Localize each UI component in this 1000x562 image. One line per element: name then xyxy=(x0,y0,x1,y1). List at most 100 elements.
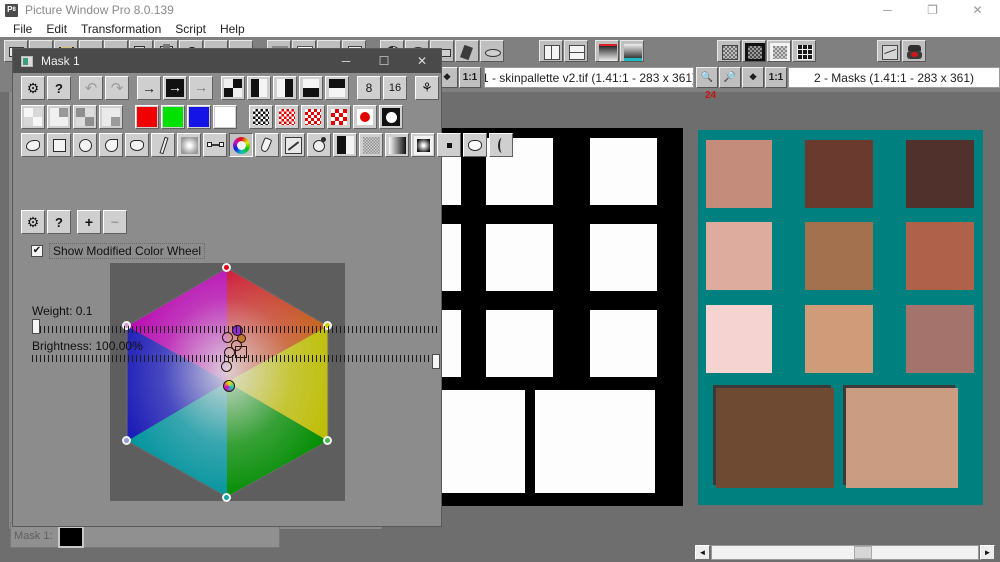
undo-icon[interactable]: ↶ xyxy=(79,76,103,100)
checker-bw-icon[interactable] xyxy=(249,105,273,129)
checker-white-icon[interactable] xyxy=(767,39,791,62)
graph-icon[interactable] xyxy=(877,39,901,62)
mask-mode-4-icon[interactable] xyxy=(99,105,123,129)
texture-icon[interactable] xyxy=(359,133,383,157)
arrow-right-boxed-icon[interactable]: → xyxy=(163,76,187,100)
checker-gray-icon[interactable] xyxy=(717,39,741,62)
checker-red-1-icon[interactable] xyxy=(275,105,299,129)
brightness-slider-thumb[interactable] xyxy=(432,354,440,369)
remove-point-button[interactable]: − xyxy=(103,210,127,234)
menu-script[interactable]: Script xyxy=(168,20,213,37)
half-black-left-icon[interactable] xyxy=(247,76,271,100)
weight-slider[interactable] xyxy=(32,319,440,334)
mask-mode-3-icon[interactable] xyxy=(73,105,97,129)
doc1-title[interactable]: 1 - skinpallette v2.tif (1.41:1 - 283 x … xyxy=(484,67,694,88)
printer-red-icon[interactable] xyxy=(902,39,926,62)
scurve-icon[interactable] xyxy=(489,133,513,157)
zoom-1-1-button[interactable]: 1:1 xyxy=(765,67,787,88)
soft-dot-icon[interactable] xyxy=(177,133,201,157)
color-swatch-blue[interactable] xyxy=(187,105,211,129)
checker-red-3-icon[interactable] xyxy=(327,105,351,129)
fit-icon[interactable]: ❖ xyxy=(742,67,764,88)
skinpallette-canvas[interactable] xyxy=(698,130,983,505)
brush-icon[interactable] xyxy=(255,133,279,157)
arrow-right-gray-icon[interactable]: → xyxy=(189,76,213,100)
show-modified-color-wheel-checkbox[interactable]: ✔ xyxy=(31,245,43,257)
gear-icon[interactable]: ⚙ xyxy=(21,76,45,100)
vertex-red[interactable] xyxy=(222,263,231,272)
mask-minimize-button[interactable]: ─ xyxy=(327,49,365,73)
help-icon[interactable]: ? xyxy=(47,76,71,100)
checker-red-2-icon[interactable] xyxy=(301,105,325,129)
tile-horizontal-icon[interactable] xyxy=(564,39,588,62)
mask-corner-icon[interactable] xyxy=(221,76,245,100)
menu-transformation[interactable]: Transformation xyxy=(74,20,168,37)
circle-icon[interactable] xyxy=(73,133,97,157)
menu-edit[interactable]: Edit xyxy=(39,20,74,37)
ellipse-icon[interactable] xyxy=(480,39,504,62)
color-swatch-green[interactable] xyxy=(161,105,185,129)
blob-icon[interactable] xyxy=(21,133,45,157)
scrollbar-track[interactable] xyxy=(711,545,979,560)
help-icon[interactable]: ? xyxy=(47,210,71,234)
restore-button[interactable]: ❐ xyxy=(910,0,955,20)
half-black-right-icon[interactable] xyxy=(273,76,297,100)
checker-red-4-icon[interactable] xyxy=(353,105,377,129)
arrow-right-plain-icon[interactable]: → xyxy=(137,76,161,100)
scroll-left-arrow[interactable]: ◄ xyxy=(695,545,710,560)
scrollbar-thumb[interactable] xyxy=(854,546,872,559)
brush-icon[interactable] xyxy=(455,39,479,62)
rectangle-icon[interactable] xyxy=(47,133,71,157)
bar-bottom-icon[interactable] xyxy=(299,76,323,100)
weight-slider-thumb[interactable] xyxy=(32,319,40,334)
grid-icon[interactable] xyxy=(792,39,816,62)
gradient-cyan-icon[interactable] xyxy=(620,39,644,62)
curve-icon[interactable] xyxy=(281,133,305,157)
spray-icon[interactable] xyxy=(307,133,331,157)
gradient-icon[interactable] xyxy=(385,133,409,157)
mask-mode-2-icon[interactable] xyxy=(47,105,71,129)
bar-top-icon[interactable] xyxy=(325,76,349,100)
tile-vertical-icon[interactable] xyxy=(539,39,563,62)
menu-help[interactable]: Help xyxy=(213,20,252,37)
add-point-button[interactable]: + xyxy=(77,210,101,234)
bits-16-button[interactable]: 16 xyxy=(383,76,407,100)
zoom-out-icon[interactable]: 🔎 xyxy=(719,67,741,88)
gear-icon[interactable]: ⚙ xyxy=(21,210,45,234)
show-modified-color-wheel-row[interactable]: ✔ Show Modified Color Wheel xyxy=(31,243,206,259)
mask-close-button[interactable]: ✕ xyxy=(403,49,441,73)
doc2-title[interactable]: 2 - Masks (1.41:1 - 283 x 361) xyxy=(788,67,1000,88)
brightness-slider[interactable] xyxy=(32,354,440,369)
color-swatch-red[interactable] xyxy=(135,105,159,129)
vertex-blue[interactable] xyxy=(122,436,131,445)
dot-small-icon[interactable] xyxy=(437,133,461,157)
half-tone-icon[interactable] xyxy=(333,133,357,157)
path-icon[interactable] xyxy=(203,133,227,157)
minimize-button[interactable]: ─ xyxy=(865,0,910,20)
vignette-icon[interactable] xyxy=(411,133,435,157)
teardrop-icon[interactable] xyxy=(99,133,123,157)
checker-black-icon[interactable] xyxy=(742,39,766,62)
color-swatch-white[interactable] xyxy=(213,105,237,129)
redo-icon[interactable]: ↷ xyxy=(105,76,129,100)
mask-maximize-button[interactable]: ☐ xyxy=(365,49,403,73)
blob-white-icon[interactable] xyxy=(463,133,487,157)
mask-mode-1-icon[interactable] xyxy=(21,105,45,129)
close-button[interactable]: ✕ xyxy=(955,0,1000,20)
background-mask-swatch[interactable] xyxy=(58,526,84,548)
cp-center[interactable] xyxy=(223,380,235,392)
color-wheel-icon[interactable] xyxy=(229,133,253,157)
gradient-red-icon[interactable] xyxy=(595,39,619,62)
menu-file[interactable]: File xyxy=(6,20,39,37)
run-icon[interactable]: ⚘ xyxy=(415,76,439,100)
vertex-cyan[interactable] xyxy=(222,493,231,502)
line-icon[interactable] xyxy=(151,133,175,157)
bits-8-button[interactable]: 8 xyxy=(357,76,381,100)
modified-color-wheel[interactable] xyxy=(110,263,345,502)
scroll-right-arrow[interactable]: ► xyxy=(980,545,995,560)
vertex-green[interactable] xyxy=(323,436,332,445)
heart-icon[interactable] xyxy=(125,133,149,157)
dot-white-icon[interactable] xyxy=(379,105,403,129)
mask-dialog-titlebar[interactable]: Mask 1 ─ ☐ ✕ xyxy=(13,49,441,73)
masks-canvas[interactable] xyxy=(435,128,683,506)
